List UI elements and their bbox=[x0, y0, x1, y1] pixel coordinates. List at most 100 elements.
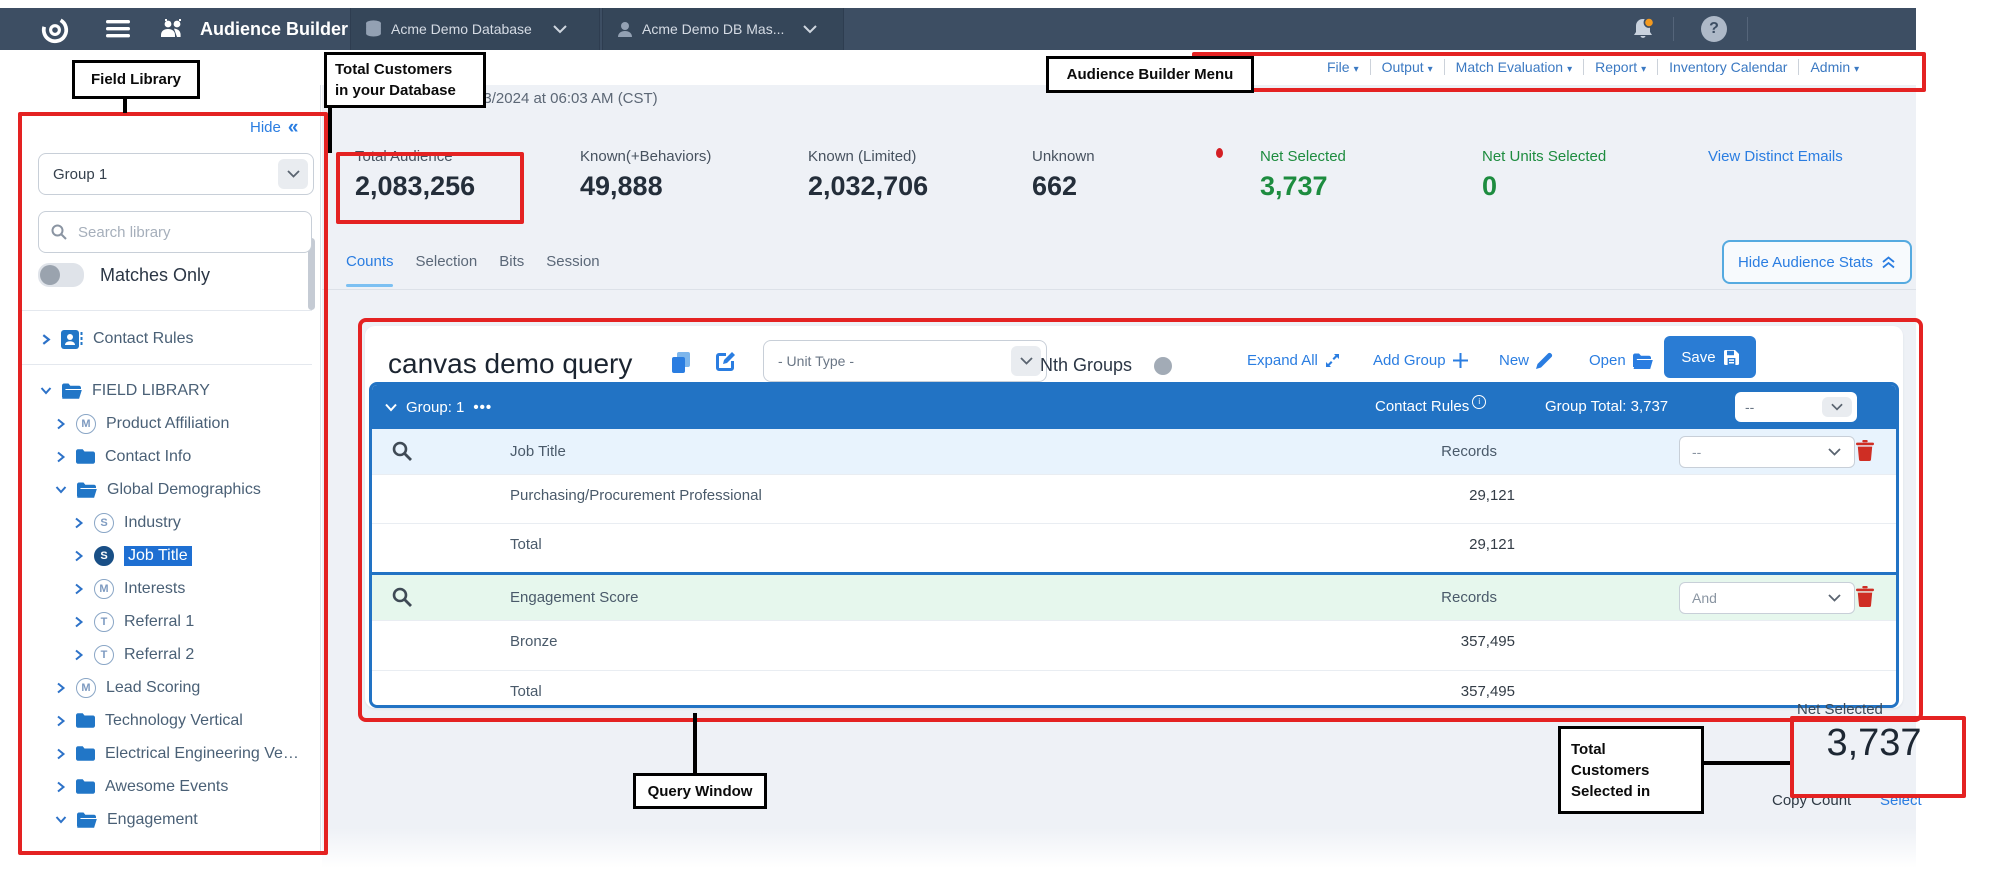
tree-item-job-title[interactable]: SJob Title bbox=[22, 539, 318, 572]
menu-item-match-evaluation[interactable]: Match Evaluation▾ bbox=[1445, 59, 1583, 75]
app-title: Audience Builder bbox=[200, 19, 348, 40]
menu-item-inventory-calendar[interactable]: Inventory Calendar bbox=[1658, 59, 1798, 75]
group-criteria-list: Job TitleRecords--Purchasing/Procurement… bbox=[372, 429, 1896, 705]
chevron-right-icon bbox=[73, 616, 84, 628]
group-options-icon[interactable]: ••• bbox=[473, 399, 492, 416]
chevron-down-icon bbox=[55, 814, 67, 825]
tree-item-technology-vertical[interactable]: Technology Vertical bbox=[22, 704, 318, 737]
hide-audience-stats-button[interactable]: Hide Audience Stats bbox=[1722, 240, 1912, 284]
group-header[interactable]: Group: 1 ••• Contact Rules i Group Total… bbox=[372, 385, 1896, 429]
expand-all-label: Expand All bbox=[1247, 352, 1318, 369]
contact-rules-label: Contact Rules bbox=[93, 330, 194, 348]
annotation-red-dot bbox=[1216, 148, 1223, 158]
tree-item-lead-scoring[interactable]: MLead Scoring bbox=[22, 671, 318, 704]
search-input[interactable] bbox=[76, 223, 270, 242]
criterion-header-engagement-score: Engagement ScoreRecordsAnd bbox=[372, 575, 1896, 620]
edit-query-icon[interactable] bbox=[716, 352, 735, 376]
criterion-operator-dropdown[interactable]: And bbox=[1679, 582, 1855, 614]
tab-session[interactable]: Session bbox=[546, 253, 599, 270]
criterion-operator-dropdown[interactable]: -- bbox=[1679, 436, 1855, 468]
matches-only-toggle[interactable] bbox=[38, 263, 84, 287]
caret-down-icon: ▾ bbox=[1641, 64, 1646, 75]
group-name: Group: 1 bbox=[406, 399, 464, 416]
search-icon bbox=[51, 224, 67, 240]
add-group-button[interactable]: Add Group bbox=[1373, 352, 1468, 369]
tab-selection[interactable]: Selection bbox=[416, 253, 478, 270]
chevron-down-icon bbox=[803, 25, 817, 34]
navbar-divider bbox=[1673, 17, 1674, 41]
sidebar-item-contact-rules[interactable]: Contact Rules bbox=[22, 324, 330, 354]
stat-label[interactable]: View Distinct Emails bbox=[1708, 148, 1843, 165]
hamburger-menu-icon[interactable] bbox=[106, 20, 130, 43]
menu-item-file[interactable]: File▾ bbox=[1316, 59, 1370, 75]
annotation-connector-dot bbox=[1186, 68, 1196, 78]
tree-item-label: Engagement bbox=[107, 811, 198, 829]
tree-item-engagement[interactable]: Engagement bbox=[22, 803, 318, 836]
sidebar-hide-button[interactable]: Hide « bbox=[250, 119, 298, 136]
unit-type-dropdown[interactable]: - Unit Type - bbox=[763, 340, 1047, 382]
tree-item-label: Technology Vertical bbox=[105, 712, 243, 730]
net-selected-label: Net Selected bbox=[1797, 701, 1883, 718]
value-count: 357,495 bbox=[1285, 683, 1515, 700]
group-contact-rules-link[interactable]: Contact Rules i bbox=[1375, 398, 1486, 415]
matches-only-label: Matches Only bbox=[100, 265, 210, 286]
tree-item-industry[interactable]: SIndustry bbox=[22, 506, 318, 539]
stat-known-behaviors-: Known(+Behaviors)49,888 bbox=[580, 148, 711, 202]
group-select-dropdown[interactable]: Group 1 bbox=[38, 153, 314, 195]
criterion-search-button[interactable] bbox=[392, 441, 412, 466]
menu-item-report[interactable]: Report▾ bbox=[1584, 59, 1657, 75]
group-select-value: Group 1 bbox=[53, 166, 107, 183]
copy-count-label: Copy Count bbox=[1772, 792, 1851, 809]
tree-item-label: FIELD LIBRARY bbox=[92, 382, 210, 400]
stat-known-limited-: Known (Limited)2,032,706 bbox=[808, 148, 928, 202]
chevron-right-icon bbox=[55, 418, 66, 430]
value-count: 357,495 bbox=[1285, 633, 1515, 650]
brand-logo-icon[interactable] bbox=[40, 15, 70, 50]
tree-item-electrical-engineering-ve-[interactable]: Electrical Engineering Ve… bbox=[22, 737, 318, 770]
copy-query-icon[interactable] bbox=[672, 352, 691, 378]
folder-icon bbox=[76, 713, 95, 728]
stat-net-selected: Net Selected3,737 bbox=[1260, 148, 1346, 202]
plus-icon bbox=[1453, 353, 1468, 368]
folder-icon bbox=[76, 779, 95, 794]
tree-item-global-demographics[interactable]: Global Demographics bbox=[22, 473, 318, 506]
delete-criterion-button[interactable] bbox=[1856, 586, 1874, 612]
database-selector[interactable]: Acme Demo Database bbox=[350, 8, 600, 50]
sidebar-divider bbox=[22, 364, 312, 365]
contact-rules-link-label: Contact Rules bbox=[1375, 398, 1469, 415]
stat-unknown: Unknown662 bbox=[1032, 148, 1095, 202]
menu-item-admin[interactable]: Admin▾ bbox=[1799, 59, 1870, 75]
t-type-icon: T bbox=[94, 645, 114, 665]
stat-view-distinct-emails[interactable]: View Distinct Emails bbox=[1708, 148, 1843, 165]
tree-item-label: Referral 2 bbox=[124, 646, 194, 664]
user-selector[interactable]: Acme Demo DB Mas... bbox=[602, 8, 844, 50]
tree-item-referral-2[interactable]: T Referral 2 bbox=[22, 638, 318, 671]
tree-item-interests[interactable]: MInterests bbox=[22, 572, 318, 605]
open-query-button[interactable]: Open bbox=[1589, 352, 1653, 369]
tab-bits[interactable]: Bits bbox=[499, 253, 524, 270]
group-operator-dropdown[interactable]: -- bbox=[1735, 392, 1857, 422]
notifications-bell-icon[interactable] bbox=[1630, 16, 1656, 48]
menu-item-output[interactable]: Output▾ bbox=[1371, 59, 1444, 75]
tree-item-awesome-events[interactable]: Awesome Events bbox=[22, 770, 318, 803]
tree-item-contact-info[interactable]: Contact Info bbox=[22, 440, 318, 473]
criterion-value-row: Total357,495 bbox=[372, 670, 1896, 705]
tree-item-referral-1[interactable]: TReferral 1 bbox=[22, 605, 318, 638]
criterion-search-button[interactable] bbox=[392, 587, 412, 612]
delete-criterion-button[interactable] bbox=[1856, 440, 1874, 466]
tree-item-field-library[interactable]: FIELD LIBRARY bbox=[22, 374, 318, 407]
tree-item-label: Product Affiliation bbox=[106, 415, 229, 433]
field-library-tree: FIELD LIBRARY MProduct AffiliationContact… bbox=[22, 374, 318, 836]
select-link[interactable]: Select bbox=[1880, 792, 1922, 809]
tree-item-label: Industry bbox=[124, 514, 181, 532]
tab-counts[interactable]: Counts bbox=[346, 253, 394, 270]
trash-icon bbox=[1856, 440, 1874, 461]
tree-item-product-affiliation[interactable]: MProduct Affiliation bbox=[22, 407, 318, 440]
value-label: Purchasing/Procurement Professional bbox=[510, 487, 762, 504]
save-query-button[interactable]: Save bbox=[1664, 336, 1756, 378]
new-query-button[interactable]: New bbox=[1499, 352, 1553, 369]
expand-all-button[interactable]: Expand All bbox=[1247, 352, 1340, 369]
add-group-label: Add Group bbox=[1373, 352, 1446, 369]
help-icon[interactable]: ? bbox=[1701, 16, 1727, 42]
stat-value: 2,083,256 bbox=[355, 171, 475, 202]
